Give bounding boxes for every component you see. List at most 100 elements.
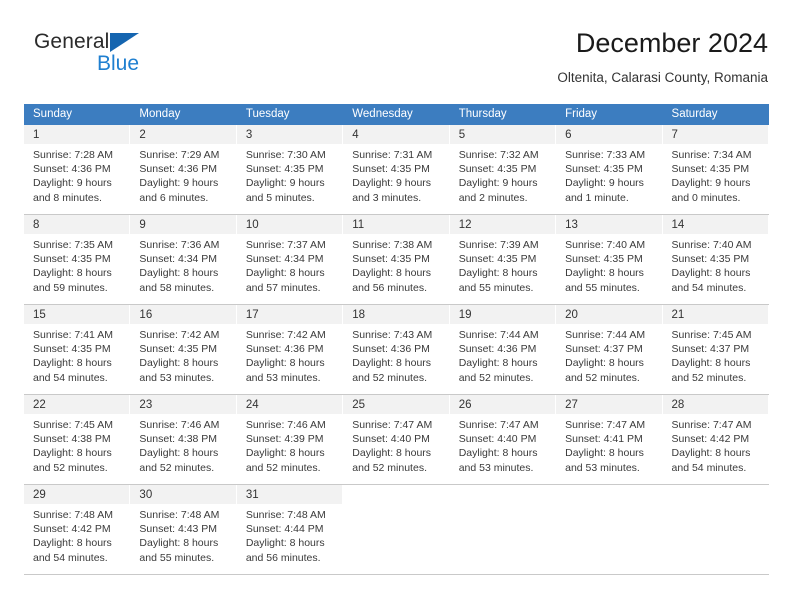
sunset-text: Sunset: 4:36 PM xyxy=(245,343,324,356)
sunrise-text: Sunrise: 7:40 AM xyxy=(565,239,646,251)
daylight-text-line2: and 55 minutes. xyxy=(139,551,215,564)
daylight-text-line2: and 54 minutes. xyxy=(33,551,108,564)
calendar-day-cell[interactable]: 13 Sunrise: 7:40 AM Sunset: 4:35 PM Dayligh… xyxy=(556,215,663,304)
sunrise-text: Sunrise: 7:31 AM xyxy=(352,149,433,161)
sunset-text: Sunset: 4:35 PM xyxy=(139,343,218,356)
day-number-bar: 31 xyxy=(236,485,343,504)
calendar-day-cell[interactable]: 2 Sunrise: 7:29 AM Sunset: 4:36 PM Daylight… xyxy=(130,125,237,214)
day-details: Sunrise: 7:47 AM Sunset: 4:41 PM Daylight:… xyxy=(556,414,661,475)
calendar-day-cell[interactable]: 19 Sunrise: 7:44 AM Sunset: 4:36 PM Dayligh… xyxy=(449,305,557,394)
daylight-text-line2: and 52 minutes. xyxy=(671,371,747,384)
daylight-text-line2: and 54 minutes. xyxy=(33,371,108,384)
day-details: Sunrise: 7:40 AM Sunset: 4:35 PM Daylight:… xyxy=(663,234,768,295)
daylight-text-line2: and 8 minutes. xyxy=(33,191,102,204)
calendar-day-cell[interactable]: 25 Sunrise: 7:47 AM Sunset: 4:40 PM Dayligh… xyxy=(343,395,450,484)
calendar-day-cell[interactable]: 11 Sunrise: 7:38 AM Sunset: 4:35 PM Dayligh… xyxy=(343,215,450,304)
calendar-day-cell[interactable]: 28 Sunrise: 7:47 AM Sunset: 4:42 PM Dayligh… xyxy=(662,395,769,484)
sunset-text: Sunset: 4:40 PM xyxy=(352,433,430,446)
daylight-text-line1: Daylight: 9 hours xyxy=(352,177,432,190)
day-number: 29 xyxy=(33,489,46,501)
day-details: Sunrise: 7:32 AM Sunset: 4:35 PM Daylight:… xyxy=(450,144,555,205)
day-details xyxy=(343,504,448,508)
daylight-text-line2: and 0 minutes. xyxy=(671,191,741,204)
page-header: General Blue December 2024 Oltenita, Cal… xyxy=(24,26,768,98)
calendar-day-cell[interactable]: 30 Sunrise: 7:48 AM Sunset: 4:43 PM Dayligh… xyxy=(130,485,237,574)
calendar-day-cell[interactable]: 3 Sunrise: 7:30 AM Sunset: 4:35 PM Daylight… xyxy=(236,125,344,214)
day-number: 12 xyxy=(458,219,472,231)
day-number: 24 xyxy=(245,399,259,411)
day-number: 2 xyxy=(139,129,146,141)
daylight-text-line1: Daylight: 8 hours xyxy=(565,267,644,280)
day-details: Sunrise: 7:31 AM Sunset: 4:35 PM Daylight:… xyxy=(343,144,448,205)
calendar-day-cell[interactable]: 4 Sunrise: 7:31 AM Sunset: 4:35 PM Daylight… xyxy=(343,125,450,214)
sunrise-text: Sunrise: 7:35 AM xyxy=(33,239,113,251)
day-number: 28 xyxy=(671,399,685,411)
daylight-text-line1: Daylight: 8 hours xyxy=(245,357,325,370)
day-details xyxy=(450,504,555,508)
calendar-day-cell[interactable]: 27 Sunrise: 7:47 AM Sunset: 4:41 PM Dayligh… xyxy=(556,395,663,484)
calendar-day-cell[interactable]: 8 Sunrise: 7:35 AM Sunset: 4:35 PM Daylight… xyxy=(24,215,131,304)
day-number: 16 xyxy=(139,309,153,321)
day-number-bar xyxy=(556,485,662,504)
calendar-day-cell[interactable]: 14 Sunrise: 7:40 AM Sunset: 4:35 PM Dayligh… xyxy=(662,215,769,304)
daylight-text-line2: and 52 minutes. xyxy=(565,371,640,384)
sunset-text: Sunset: 4:35 PM xyxy=(352,163,430,176)
day-number-bar xyxy=(343,485,449,504)
calendar-day-cell[interactable]: 20 Sunrise: 7:44 AM Sunset: 4:37 PM Dayligh… xyxy=(556,305,663,394)
calendar-page: General Blue December 2024 Oltenita, Cal… xyxy=(0,0,792,612)
calendar-day-cell[interactable]: 31 Sunrise: 7:48 AM Sunset: 4:44 PM Dayligh… xyxy=(236,485,344,574)
day-details xyxy=(663,504,768,508)
day-details: Sunrise: 7:42 AM Sunset: 4:36 PM Daylight:… xyxy=(237,324,342,385)
day-number: 21 xyxy=(671,309,685,321)
daylight-text-line2: and 53 minutes. xyxy=(458,461,534,474)
calendar-day-cell[interactable]: 12 Sunrise: 7:39 AM Sunset: 4:35 PM Dayligh… xyxy=(449,215,557,304)
sunset-text: Sunset: 4:35 PM xyxy=(671,253,750,266)
day-details: Sunrise: 7:34 AM Sunset: 4:35 PM Daylight:… xyxy=(663,144,768,205)
general-blue-logo[interactable]: General Blue xyxy=(34,30,234,86)
calendar-day-cell[interactable]: 15 Sunrise: 7:41 AM Sunset: 4:35 PM Dayligh… xyxy=(24,305,131,394)
sunset-text: Sunset: 4:40 PM xyxy=(458,433,537,446)
calendar-day-cell[interactable]: 24 Sunrise: 7:46 AM Sunset: 4:39 PM Dayligh… xyxy=(236,395,344,484)
daylight-text-line1: Daylight: 8 hours xyxy=(33,267,112,280)
daylight-text-line2: and 1 minute. xyxy=(565,191,629,204)
sunset-text: Sunset: 4:43 PM xyxy=(139,523,218,536)
calendar-day-cell[interactable]: 5 Sunrise: 7:32 AM Sunset: 4:35 PM Daylight… xyxy=(449,125,557,214)
calendar-day-cell[interactable]: 29 Sunrise: 7:48 AM Sunset: 4:42 PM Dayligh… xyxy=(24,485,131,574)
sunrise-text: Sunrise: 7:32 AM xyxy=(458,149,539,161)
day-number: 17 xyxy=(245,309,259,321)
calendar-day-cell[interactable]: 26 Sunrise: 7:47 AM Sunset: 4:40 PM Dayligh… xyxy=(449,395,557,484)
daylight-text-line1: Daylight: 8 hours xyxy=(352,447,432,460)
calendar-day-cell[interactable]: 18 Sunrise: 7:43 AM Sunset: 4:36 PM Dayligh… xyxy=(343,305,450,394)
daylight-text-line1: Daylight: 8 hours xyxy=(139,357,219,370)
sunrise-text: Sunrise: 7:33 AM xyxy=(565,149,646,161)
sunset-text: Sunset: 4:39 PM xyxy=(245,433,324,446)
day-details: Sunrise: 7:43 AM Sunset: 4:36 PM Daylight:… xyxy=(343,324,448,385)
sunset-text: Sunset: 4:34 PM xyxy=(245,253,324,266)
day-number: 15 xyxy=(33,309,46,321)
day-number: 31 xyxy=(245,489,259,501)
day-number-bar: 30 xyxy=(130,485,236,504)
calendar-day-cell[interactable]: 7 Sunrise: 7:34 AM Sunset: 4:35 PM Daylight… xyxy=(662,125,769,214)
calendar-week-row: 22 Sunrise: 7:45 AM Sunset: 4:38 PM Dayligh… xyxy=(24,395,769,485)
calendar-day-cell[interactable]: 23 Sunrise: 7:46 AM Sunset: 4:38 PM Dayligh… xyxy=(130,395,237,484)
calendar-day-cell[interactable]: 1 Sunrise: 7:28 AM Sunset: 4:36 PM Daylight… xyxy=(24,125,131,214)
calendar-week-row: 15 Sunrise: 7:41 AM Sunset: 4:35 PM Dayligh… xyxy=(24,305,769,395)
daylight-text-line1: Daylight: 8 hours xyxy=(33,447,112,460)
day-number: 22 xyxy=(33,399,46,411)
calendar-day-cell[interactable]: 9 Sunrise: 7:36 AM Sunset: 4:34 PM Daylight… xyxy=(130,215,237,304)
day-number-bar: 2 xyxy=(130,125,236,144)
location-subtitle: Oltenita, Calarasi County, Romania xyxy=(557,70,768,85)
calendar-day-cell[interactable]: 16 Sunrise: 7:42 AM Sunset: 4:35 PM Dayligh… xyxy=(130,305,237,394)
day-number-bar: 10 xyxy=(236,215,343,234)
calendar-day-cell[interactable]: 22 Sunrise: 7:45 AM Sunset: 4:38 PM Dayligh… xyxy=(24,395,131,484)
sunrise-text: Sunrise: 7:42 AM xyxy=(139,329,220,341)
weekday-header-sunday: Sunday xyxy=(33,108,73,120)
calendar-day-cell[interactable]: 10 Sunrise: 7:37 AM Sunset: 4:34 PM Dayligh… xyxy=(236,215,344,304)
sunrise-text: Sunrise: 7:46 AM xyxy=(139,419,220,431)
sunset-text: Sunset: 4:44 PM xyxy=(245,523,324,536)
day-number-bar: 19 xyxy=(449,305,556,324)
daylight-text-line1: Daylight: 8 hours xyxy=(139,537,219,550)
calendar-day-cell[interactable]: 17 Sunrise: 7:42 AM Sunset: 4:36 PM Dayligh… xyxy=(236,305,344,394)
calendar-day-cell[interactable]: 21 Sunrise: 7:45 AM Sunset: 4:37 PM Dayligh… xyxy=(662,305,769,394)
calendar-day-cell[interactable]: 6 Sunrise: 7:33 AM Sunset: 4:35 PM Daylight… xyxy=(556,125,663,214)
